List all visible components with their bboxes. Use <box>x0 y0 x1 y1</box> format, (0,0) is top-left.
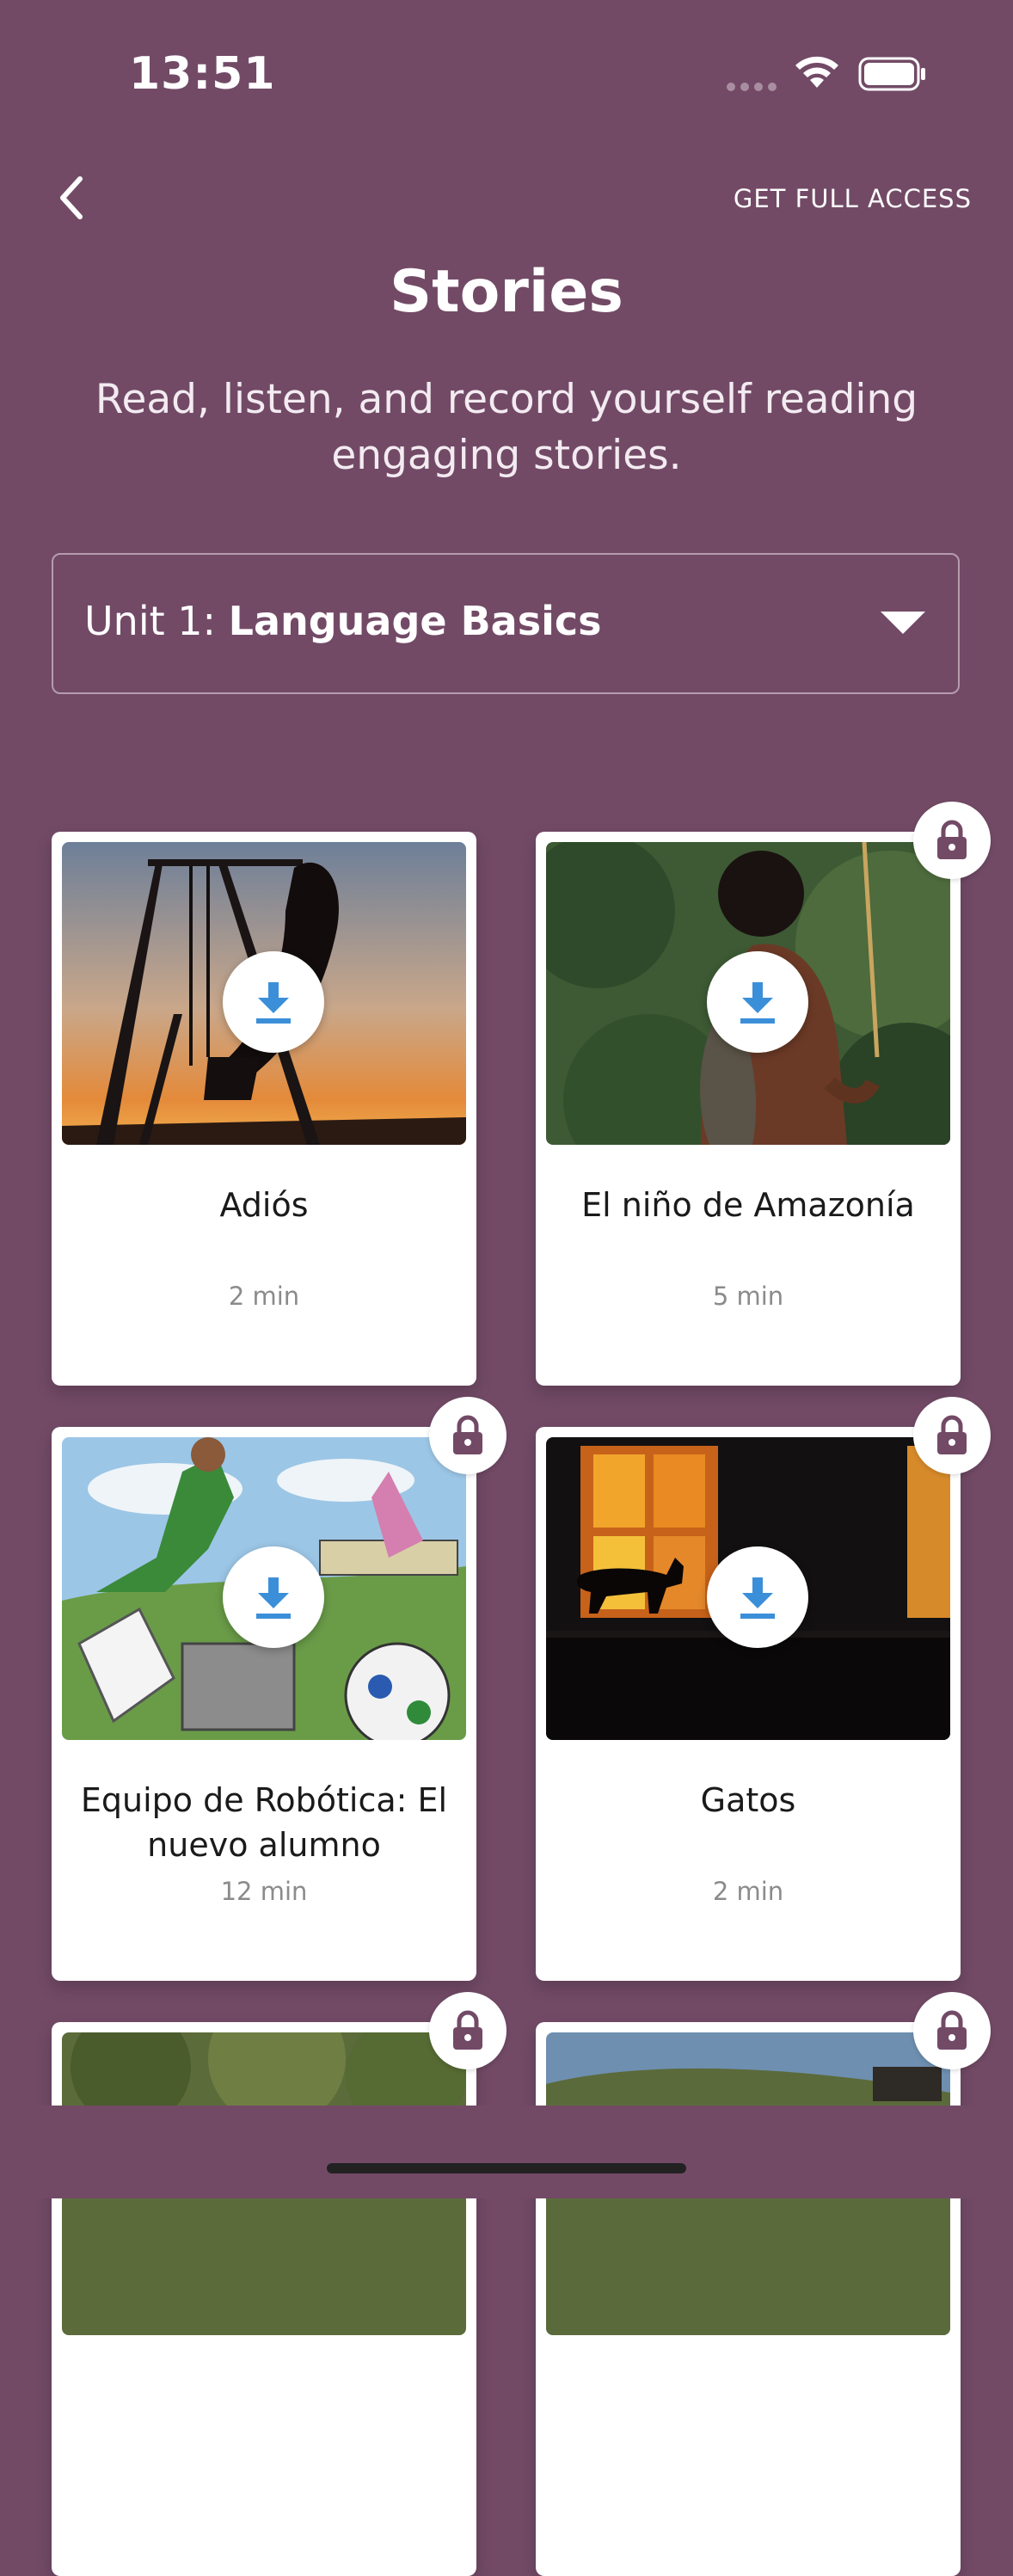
download-icon <box>740 1577 775 1619</box>
story-duration: 2 min <box>228 1282 300 1311</box>
download-button[interactable] <box>707 951 808 1053</box>
lock-icon <box>937 820 967 859</box>
story-image <box>546 1437 950 1740</box>
page-subtitle: Read, listen, and record yourself readin… <box>95 376 918 479</box>
story-card-adios[interactable]: Adiós 2 min <box>52 832 476 1386</box>
story-card-el-nino-de-amazonia[interactable]: El niño de Amazonía 5 min <box>536 832 961 1386</box>
status-time: 13:51 <box>129 48 276 100</box>
download-button[interactable] <box>223 951 324 1053</box>
story-duration: 2 min <box>712 1877 784 1906</box>
download-button[interactable] <box>223 1546 324 1648</box>
lock-badge <box>429 1397 506 1474</box>
lock-badge <box>913 802 991 879</box>
lock-icon <box>453 1415 482 1454</box>
back-button[interactable] <box>41 168 101 228</box>
story-card-gatos[interactable]: Gatos 2 min <box>536 1427 961 1981</box>
story-title: El niño de Amazonía <box>581 1186 915 1224</box>
unit-prefix: Unit 1: <box>84 598 217 644</box>
download-icon <box>256 1577 291 1619</box>
battery-icon <box>858 57 925 91</box>
get-full-access-button[interactable]: GET FULL ACCESS <box>734 184 972 213</box>
wifi-icon <box>795 56 838 88</box>
story-duration: 5 min <box>712 1282 784 1311</box>
unit-selector-label: Unit 1: Language Basics <box>84 598 602 644</box>
lock-icon <box>453 2010 482 2050</box>
lock-badge <box>913 1397 991 1474</box>
bottom-bar <box>0 2106 1013 2198</box>
story-title: Equipo de Robótica: El nuevo alumno <box>80 1781 448 1864</box>
unit-selector[interactable]: Unit 1: Language Basics <box>52 553 960 694</box>
download-icon <box>256 982 291 1024</box>
download-button[interactable] <box>707 1546 808 1648</box>
story-image <box>546 842 950 1145</box>
caret-down-icon <box>881 612 925 634</box>
page-title: Stories <box>390 258 623 326</box>
download-icon <box>740 982 775 1024</box>
home-indicator[interactable] <box>327 2163 686 2173</box>
story-card-equipo-de-robotica[interactable]: Equipo de Robótica: El nuevo alumno 12 m… <box>52 1427 476 1981</box>
lock-badge <box>913 1992 991 2069</box>
unit-name: Language Basics <box>228 598 602 644</box>
lock-badge <box>429 1992 506 2069</box>
story-image <box>62 842 466 1145</box>
story-image <box>62 1437 466 1740</box>
status-bar: 13:51 <box>0 0 1013 146</box>
story-duration: 12 min <box>220 1877 308 1906</box>
chevron-left-icon <box>60 176 83 219</box>
story-title: Adiós <box>219 1186 309 1224</box>
lock-icon <box>937 1415 967 1454</box>
cellular-signal-icon <box>727 83 777 91</box>
lock-icon <box>937 2010 967 2050</box>
story-title: Gatos <box>700 1781 796 1819</box>
